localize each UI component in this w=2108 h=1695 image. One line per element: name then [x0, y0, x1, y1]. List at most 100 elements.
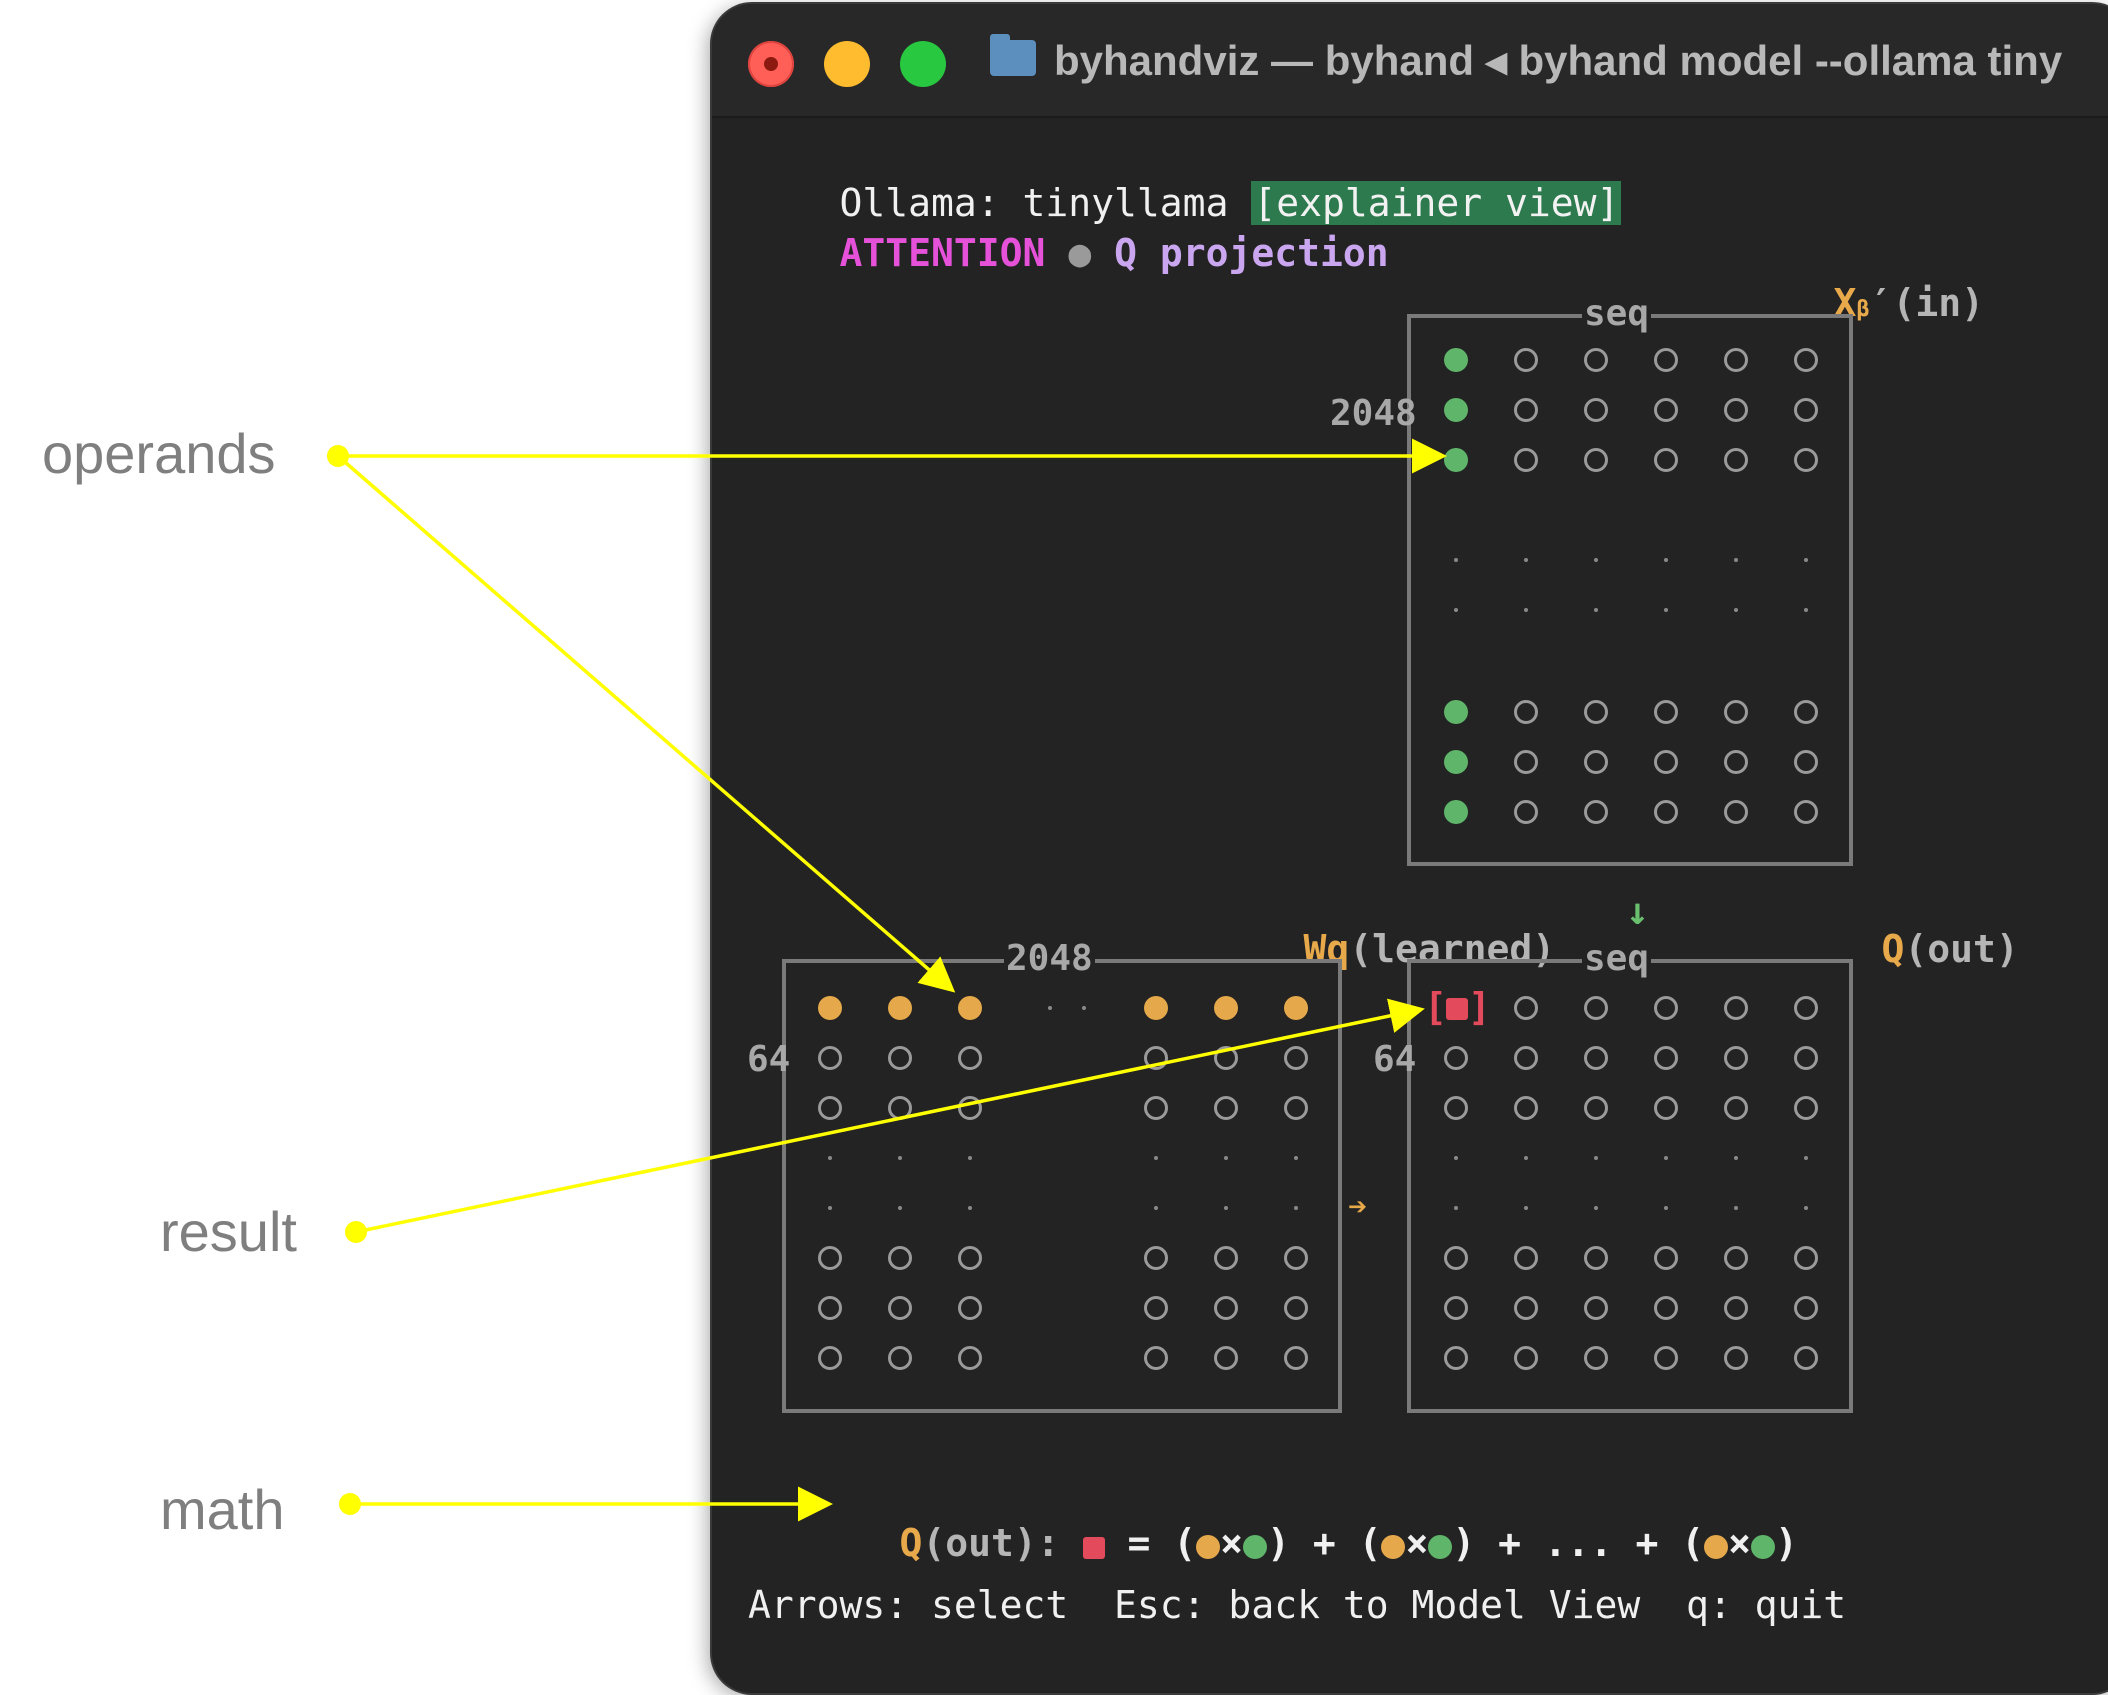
- q-cell: [1444, 1046, 1468, 1070]
- q-cell: [1444, 1246, 1468, 1270]
- formula-plus: +: [1312, 1521, 1336, 1565]
- ellipsis-dot: [968, 1156, 972, 1160]
- wq-matrix-dim-label: 2048: [1004, 938, 1095, 979]
- wq-cell: [1214, 1346, 1238, 1370]
- x-cell: [1794, 398, 1818, 422]
- minimize-button[interactable]: [824, 41, 870, 87]
- x-matrix-title-suffix: ′(in): [1869, 281, 1985, 325]
- wq-cell: [958, 1246, 982, 1270]
- wq-matrix[interactable]: [782, 959, 1342, 1413]
- x-cell: [1584, 700, 1608, 724]
- wq-cell: [888, 1246, 912, 1270]
- ellipsis-dot: [1224, 1206, 1228, 1210]
- q-cell: [1654, 1246, 1678, 1270]
- ellipsis-dot: [1804, 608, 1808, 612]
- x-cell: [1584, 448, 1608, 472]
- x-matrix[interactable]: [1407, 314, 1853, 866]
- formula-paren: (: [1681, 1521, 1705, 1565]
- wq-cell: [1284, 1246, 1308, 1270]
- ellipsis-dot: [1734, 1156, 1738, 1160]
- section-label: ATTENTION: [839, 231, 1046, 275]
- formula-paren: ): [1775, 1521, 1798, 1565]
- zoom-button[interactable]: [900, 41, 946, 87]
- ellipsis-dot: [1734, 558, 1738, 562]
- ellipsis-dot: [898, 1156, 902, 1160]
- q-cell: [1584, 996, 1608, 1020]
- wq-cell: [818, 1296, 842, 1320]
- result-square-icon: [1082, 1537, 1105, 1559]
- formula-q-suffix: (out):: [922, 1521, 1060, 1565]
- result-square-icon: [1446, 998, 1468, 1020]
- x-cell: [1724, 700, 1748, 724]
- x-cell: [1724, 448, 1748, 472]
- x-cell: [1514, 700, 1538, 724]
- formula-equals: =: [1127, 1521, 1151, 1565]
- x-operand-cell: [1444, 448, 1468, 472]
- wq-operand-cell: [818, 996, 842, 1020]
- ellipsis-dot: [1594, 608, 1598, 612]
- q-cell: [1514, 1296, 1538, 1320]
- ellipsis-dot: [1664, 1156, 1668, 1160]
- result-annotation: result: [160, 1200, 297, 1263]
- math-annotation: math: [160, 1478, 285, 1541]
- operand-green-icon: [1751, 1535, 1776, 1559]
- x-operand-cell: [1444, 750, 1468, 774]
- formula-paren: ): [1267, 1521, 1290, 1565]
- q-matrix-title-suffix: (out): [1904, 927, 2019, 971]
- x-cell: [1724, 348, 1748, 372]
- x-cell: [1584, 750, 1608, 774]
- wq-cell: [818, 1096, 842, 1120]
- wq-cell: [888, 1096, 912, 1120]
- operand-orange-icon: [1704, 1535, 1729, 1559]
- q-cell: [1584, 1346, 1608, 1370]
- q-matrix-seq-label: seq: [1582, 938, 1652, 979]
- wq-cell: [1214, 1046, 1238, 1070]
- q-cell: [1514, 1046, 1538, 1070]
- wq-cell: [1144, 1246, 1168, 1270]
- q-matrix-title-symbol: Q: [1881, 927, 1905, 971]
- q-cell: [1724, 1346, 1748, 1370]
- wq-cell: [818, 1246, 842, 1270]
- wq-operand-cell: [1214, 996, 1238, 1020]
- q-cell: [1654, 1346, 1678, 1370]
- separator-dot: ●: [1068, 231, 1092, 275]
- formula-paren: (: [1173, 1521, 1197, 1565]
- q-cell: [1724, 1246, 1748, 1270]
- x-cell: [1584, 800, 1608, 824]
- wq-cell: [818, 1046, 842, 1070]
- x-cell: [1654, 348, 1678, 372]
- q-cell: [1724, 1296, 1748, 1320]
- x-cell: [1514, 800, 1538, 824]
- ellipsis-dot: [1734, 608, 1738, 612]
- folder-icon: [990, 34, 1036, 76]
- ellipsis-dot: [1594, 558, 1598, 562]
- keyboard-hints: Arrows: select Esc: back to Model View q…: [748, 1583, 1847, 1627]
- q-cell: [1724, 1096, 1748, 1120]
- x-cell: [1514, 448, 1538, 472]
- ellipsis-dot: [1664, 608, 1668, 612]
- selected-result-cell[interactable]: [ ]: [1424, 985, 1491, 1029]
- wq-cell: [888, 1046, 912, 1070]
- q-cell: [1654, 996, 1678, 1020]
- q-cell: [1444, 1096, 1468, 1120]
- wq-cell: [1284, 1096, 1308, 1120]
- close-button[interactable]: [748, 41, 794, 87]
- x-cell: [1724, 800, 1748, 824]
- x-cell: [1724, 398, 1748, 422]
- wq-operand-cell: [1144, 996, 1168, 1020]
- q-cell: [1444, 1296, 1468, 1320]
- ellipsis-dot: [1594, 1206, 1598, 1210]
- x-cell: [1724, 750, 1748, 774]
- operand-green-icon: [1428, 1535, 1453, 1559]
- selected-bracket-open: [: [1424, 985, 1447, 1029]
- q-cell: [1444, 1346, 1468, 1370]
- ellipsis-dot: [1454, 608, 1458, 612]
- wq-cell: [1144, 1296, 1168, 1320]
- selected-bracket-close: ]: [1468, 985, 1491, 1029]
- wq-cell: [818, 1346, 842, 1370]
- q-cell: [1584, 1096, 1608, 1120]
- q-cell: [1654, 1046, 1678, 1070]
- wq-cell: [888, 1296, 912, 1320]
- wq-cell: [958, 1096, 982, 1120]
- ellipsis-dot: [1804, 558, 1808, 562]
